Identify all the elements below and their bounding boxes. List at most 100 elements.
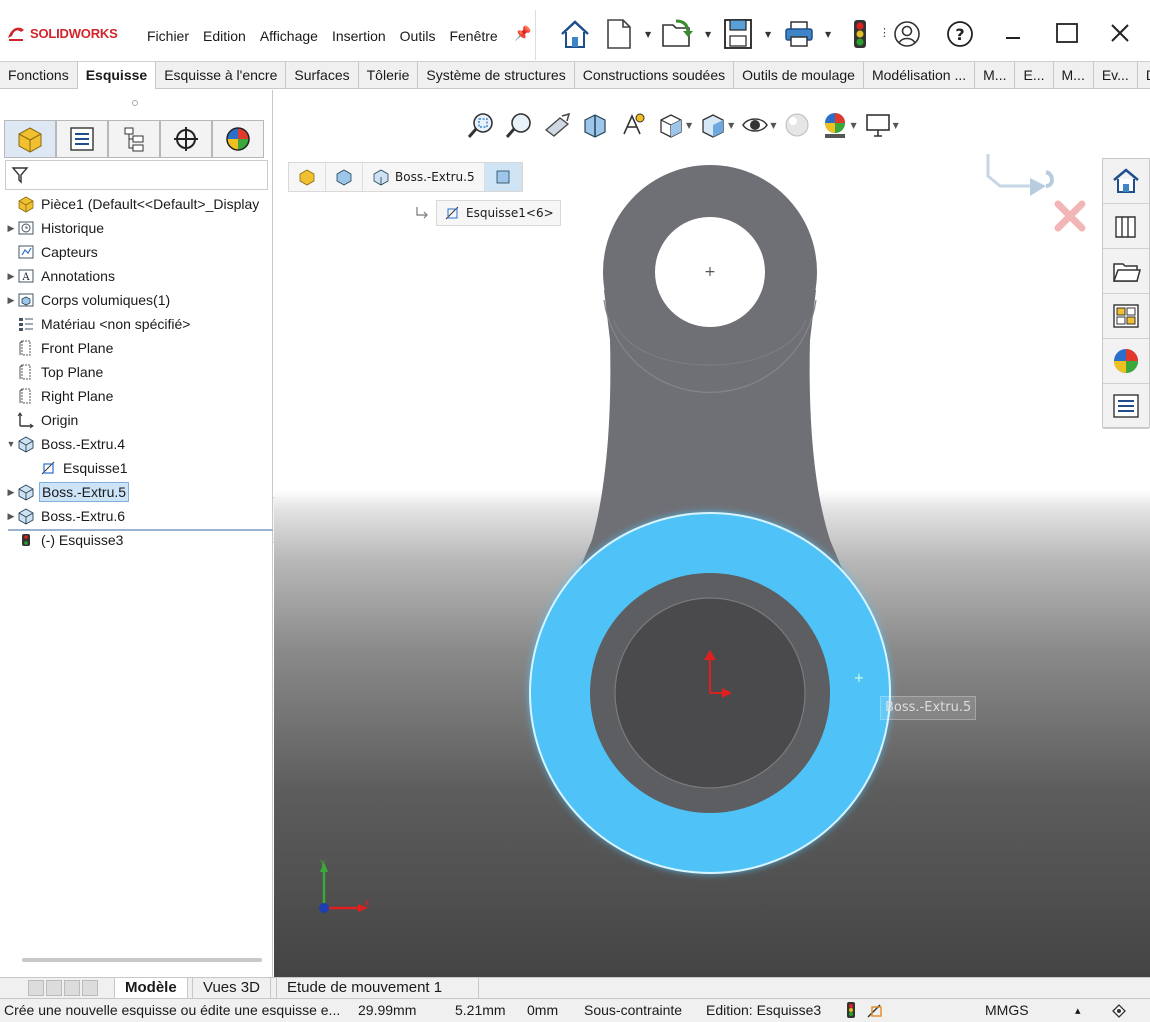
print-icon[interactable] [782,16,816,52]
rollback-bar[interactable] [8,529,273,531]
tab-3d-views[interactable]: Vues 3D [192,978,271,999]
command-tab-8[interactable]: Modélisation ... [864,62,976,89]
horizontal-scrollbar[interactable] [22,958,262,962]
view-orientation-caret[interactable]: ▼ [686,121,692,130]
sketch-tools-icon[interactable] [866,1001,884,1022]
expand-arrow-icon[interactable]: ▶ [6,295,16,306]
new-dropdown-caret[interactable]: ▼ [645,30,651,39]
graphics-area[interactable]: + + ▼ ▼ ▼ ▼ ▼ Boss.-Extru.5 Esquisse1<6>… [274,90,1150,977]
prev-tab-arrow-icon[interactable] [46,980,62,996]
breadcrumb-feature[interactable]: Boss.-Extru.5 [363,163,485,191]
tree-filter-input[interactable] [5,160,268,190]
display-manager-icon[interactable] [212,120,264,158]
design-library-icon[interactable] [1103,204,1149,249]
display-style-caret[interactable]: ▼ [728,121,734,130]
breadcrumb-body-icon[interactable] [326,163,363,191]
zoom-to-fit-icon[interactable] [464,108,498,142]
tree-item-origin[interactable]: Origin [0,408,273,432]
custom-properties-icon[interactable] [1103,384,1149,429]
save-icon[interactable] [722,16,754,52]
featuremanager-icon[interactable] [4,120,56,158]
menu-item-0[interactable]: Fichier [140,28,196,44]
view-settings-icon[interactable] [861,108,895,142]
section-view-icon[interactable] [578,108,612,142]
home-icon[interactable] [558,16,592,52]
breadcrumb-face-icon[interactable] [484,163,522,191]
hide-show-items-icon[interactable] [738,108,772,142]
cancel-sketch-icon[interactable] [1054,200,1086,232]
display-style-icon[interactable] [696,108,730,142]
tree-item-boss-extru-5[interactable]: ▶ Boss.-Extru.5 [0,480,273,504]
command-tab-4[interactable]: Tôlerie [359,62,419,89]
command-tab-6[interactable]: Constructions soudées [575,62,735,89]
view-orientation-icon[interactable] [654,108,688,142]
tree-item-esquisse1[interactable]: Esquisse1 [0,456,273,480]
user-icon[interactable] [892,16,922,52]
command-tab-10[interactable]: E... [1015,62,1054,89]
command-tab-1[interactable]: Esquisse [77,62,157,89]
hide-show-caret[interactable]: ▼ [770,121,776,130]
tree-root-part[interactable]: Pièce1 (Default<<Default>_Display [0,192,273,216]
next-tab-arrow-icon[interactable] [64,980,80,996]
command-tab-0[interactable]: Fonctions [0,62,78,89]
command-tab-9[interactable]: M... [975,62,1016,89]
appearances-icon[interactable] [1103,339,1149,384]
tab-model[interactable]: Modèle [114,978,188,999]
tree-item-front-plane[interactable]: Front Plane [0,336,273,360]
minimize-icon[interactable] [998,18,1028,48]
menu-item-2[interactable]: Affichage [253,28,325,44]
close-icon[interactable] [1105,18,1135,48]
command-tab-3[interactable]: Surfaces [286,62,359,89]
pin-icon[interactable]: 📌 [514,26,531,42]
edit-appearance-icon[interactable] [780,108,814,142]
zoom-to-area-icon[interactable] [502,108,536,142]
tree-item-esquisse3[interactable]: (-) Esquisse3 [0,528,273,552]
dimxpert-icon[interactable] [160,120,212,158]
previous-view-icon[interactable] [540,108,574,142]
panel-grip-icon[interactable] [132,100,138,106]
breadcrumb-part-icon[interactable] [289,163,326,191]
dynamic-annotation-views-icon[interactable] [616,108,650,142]
help-icon[interactable]: ? [945,16,975,52]
tree-item-boss-extru-4[interactable]: ▼ Boss.-Extru.4 [0,432,273,456]
maximize-icon[interactable] [1052,18,1082,48]
tree-item-historique[interactable]: ▶ Historique [0,216,273,240]
command-tab-11[interactable]: M... [1054,62,1094,89]
tab-motion-study[interactable]: Etude de mouvement 1 [276,978,479,999]
command-tab-7[interactable]: Outils de moulage [734,62,864,89]
apply-scene-icon[interactable] [818,108,852,142]
last-tab-arrow-icon[interactable] [82,980,98,996]
configurationmanager-icon[interactable] [108,120,160,158]
exit-sketch-icon[interactable] [986,154,1054,196]
view-palette-icon[interactable] [1103,294,1149,339]
first-tab-arrow-icon[interactable] [28,980,44,996]
tree-item-annotations[interactable]: ▶ A Annotations [0,264,273,288]
scene-caret[interactable]: ▼ [850,121,856,130]
new-document-icon[interactable] [604,16,634,52]
tree-item-mat-riau-non-sp-cifi[interactable]: Matériau <non spécifié> [0,312,273,336]
traffic-light-icon[interactable] [850,16,870,52]
command-tab-13[interactable]: Di... [1138,62,1150,89]
menu-item-5[interactable]: Fenêtre [442,28,504,44]
expand-arrow-icon[interactable]: ▶ [6,223,16,234]
open-icon[interactable] [660,16,696,52]
traffic-light-dots[interactable]: ⋮ [879,26,890,39]
solidworks-logo[interactable]: SOLIDWORKS [6,22,118,44]
menu-item-4[interactable]: Outils [393,28,443,44]
tree-item-capteurs[interactable]: Capteurs [0,240,273,264]
command-tab-5[interactable]: Système de structures [418,62,575,89]
expand-arrow-icon[interactable]: ▶ [6,487,16,498]
unit-system-caret[interactable]: ▴ [1075,1004,1081,1017]
menu-item-3[interactable]: Insertion [325,28,393,44]
command-tab-2[interactable]: Esquisse à l'encre [156,62,287,89]
view-settings-caret[interactable]: ▼ [893,121,899,130]
open-dropdown-caret[interactable]: ▼ [705,30,711,39]
tree-item-top-plane[interactable]: Top Plane [0,360,273,384]
filter-icon[interactable] [11,165,29,185]
menu-item-1[interactable]: Edition [196,28,253,44]
propertymanager-icon[interactable] [56,120,108,158]
tree-item-boss-extru-6[interactable]: ▶ Boss.-Extru.6 [0,504,273,528]
expand-arrow-icon[interactable]: ▶ [6,511,16,522]
breadcrumb-sketch-item[interactable]: Esquisse1<6> [436,200,561,226]
collapse-arrow-icon[interactable]: ▼ [6,439,16,449]
